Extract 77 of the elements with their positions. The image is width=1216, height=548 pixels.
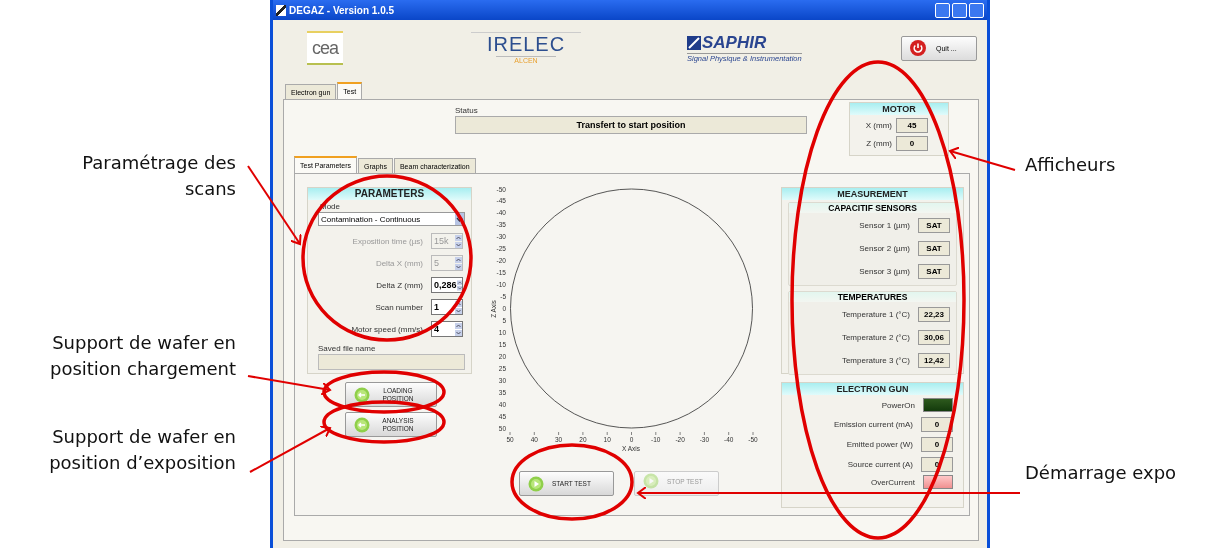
tick-mark bbox=[728, 431, 730, 436]
group-title: CAPACITIF SENSORS bbox=[789, 203, 956, 213]
mode-dropdown[interactable]: Contamination - Continuous bbox=[318, 212, 465, 226]
spinner-arrows-icon bbox=[455, 300, 462, 314]
value-display: 22,23 bbox=[918, 307, 950, 322]
spin-field[interactable]: 4 bbox=[431, 321, 463, 337]
logo: cea bbox=[307, 31, 343, 65]
annotation-text: Afficheurs bbox=[1025, 153, 1117, 177]
field-label: Scan number bbox=[375, 302, 423, 312]
file-name-field[interactable] bbox=[318, 354, 465, 370]
arrow-circle-icon bbox=[354, 416, 370, 433]
app-icon bbox=[276, 4, 286, 16]
logo-text: IRELEC bbox=[486, 33, 566, 56]
field-label: Delta X (mm) bbox=[375, 258, 423, 268]
power-icon bbox=[910, 40, 926, 56]
field-label: Exposition time (µs) bbox=[352, 236, 423, 246]
field-label: Emitted power (W) bbox=[846, 440, 913, 449]
field-label: Sensor 1 (µm) bbox=[859, 221, 910, 230]
arrow-circle-icon bbox=[354, 386, 370, 403]
field-label: Temperature 2 (°C) bbox=[841, 333, 910, 342]
chevron-down-icon bbox=[455, 213, 464, 225]
field-label: OverCurrent bbox=[871, 477, 915, 487]
status-display: Transfert to start position bbox=[455, 116, 807, 134]
spinner-arrows-icon bbox=[455, 256, 462, 270]
tick-mark bbox=[582, 431, 584, 436]
spinner-arrows-icon bbox=[455, 322, 462, 336]
field-label: Temperature 3 (°C) bbox=[841, 356, 910, 365]
field-label: Delta Z (mm) bbox=[376, 280, 423, 290]
panel-title: MOTOR bbox=[850, 103, 948, 115]
value-display: 12,42 bbox=[918, 353, 950, 368]
value-display: 0 bbox=[896, 136, 928, 151]
value-display: SAT bbox=[918, 218, 950, 233]
spin-field[interactable]: 0,286 bbox=[431, 277, 463, 293]
tick-mark bbox=[558, 431, 559, 436]
field-label: Sensor 3 (µm) bbox=[859, 267, 910, 276]
minimize-button[interactable] bbox=[935, 2, 950, 18]
field-label: Z (mm) bbox=[866, 139, 892, 148]
panel-title: PARAMETERS bbox=[308, 188, 471, 200]
value-display: 45 bbox=[896, 118, 928, 133]
arrow bbox=[949, 146, 1016, 171]
field-label: Motor speed (mm/s) bbox=[351, 324, 423, 334]
close-button[interactable] bbox=[969, 2, 984, 18]
spinner-arrows-icon bbox=[455, 234, 462, 248]
spinner-arrows-icon bbox=[456, 278, 462, 292]
tick-mark bbox=[655, 431, 657, 436]
tick-mark bbox=[752, 431, 754, 436]
value-display: 0 bbox=[921, 417, 953, 432]
panel-title: MEASUREMENT bbox=[782, 188, 963, 200]
group-title: TEMPERATURES bbox=[789, 292, 956, 302]
window-title: DEGAZ - Version 1.0.5 bbox=[289, 4, 396, 16]
field-label: Sensor 2 (µm) bbox=[859, 244, 910, 253]
field-label: PowerOn bbox=[881, 400, 915, 410]
play-icon bbox=[528, 475, 544, 492]
tick-mark bbox=[533, 431, 535, 436]
field-label: X (mm) bbox=[865, 121, 892, 130]
field-label: Temperature 1 (°C) bbox=[841, 310, 910, 319]
tick-mark bbox=[509, 431, 511, 436]
field-label: Emission current (mA) bbox=[833, 420, 913, 429]
annotation-text: Support de wafer en position chargement bbox=[50, 331, 236, 381]
maximize-button[interactable] bbox=[952, 2, 967, 18]
annotation-text: Paramétrage des scans bbox=[82, 151, 236, 201]
logo-mark-icon bbox=[687, 36, 701, 50]
tick-mark bbox=[606, 431, 608, 436]
panel-title: ELECTRON GUN bbox=[782, 383, 963, 395]
field-label: Source current (A) bbox=[847, 460, 913, 469]
tick-mark bbox=[631, 431, 632, 436]
value-display: SAT bbox=[918, 241, 950, 256]
logo-text: SAPHIR bbox=[702, 33, 767, 53]
field-label: Saved file name bbox=[318, 344, 376, 353]
value-display: 30,06 bbox=[918, 330, 950, 345]
status-label: Status bbox=[455, 106, 479, 115]
annotation-text: Support de wafer en position d’exposition bbox=[49, 425, 236, 475]
tick-mark bbox=[704, 431, 705, 436]
tick-mark bbox=[679, 431, 681, 436]
play-icon bbox=[643, 473, 659, 489]
annotation-text: Démarrage expo bbox=[1025, 461, 1178, 485]
value-display: SAT bbox=[918, 264, 950, 279]
